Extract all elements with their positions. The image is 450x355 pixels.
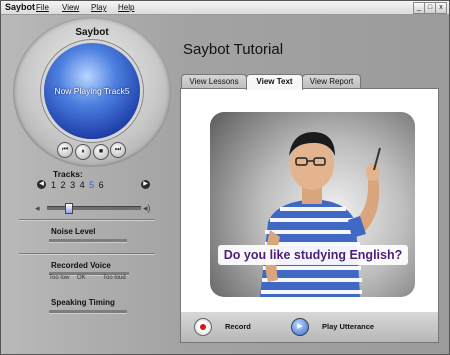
menu-play[interactable]: Play bbox=[91, 3, 107, 12]
volume-thumb[interactable] bbox=[64, 203, 73, 214]
tab-view-report[interactable]: View Report bbox=[302, 74, 361, 89]
stop-icon: ■ bbox=[98, 148, 104, 155]
track-numbers: 1 2 3 4 5 6 bbox=[51, 180, 105, 190]
lesson-caption: Do you like studying English? bbox=[218, 245, 408, 265]
player-title: Saybot bbox=[75, 27, 109, 38]
volume-slider[interactable]: ◂ ◂) bbox=[35, 202, 153, 214]
tracks-label: Tracks: bbox=[53, 169, 83, 179]
record-label[interactable]: Record bbox=[225, 322, 251, 331]
next-button[interactable]: ⏭ bbox=[110, 142, 126, 158]
track-2[interactable]: 2 bbox=[61, 180, 67, 190]
tutorial-title: Saybot Tutorial bbox=[183, 41, 284, 58]
now-playing-display: Now Playing Track5 bbox=[44, 43, 140, 139]
volume-track[interactable] bbox=[47, 206, 141, 210]
app-title: Saybot bbox=[5, 2, 36, 12]
action-bar: Record ▶ Play Utterance bbox=[180, 312, 439, 343]
track-4[interactable]: 4 bbox=[80, 180, 86, 190]
divider bbox=[19, 219, 155, 221]
play-utterance-button[interactable]: ▶ bbox=[291, 318, 309, 336]
stop-button[interactable]: ■ bbox=[93, 144, 109, 160]
track-next-icon[interactable]: ▶ bbox=[141, 180, 150, 189]
too-low-label: Too low bbox=[49, 275, 70, 281]
track-6[interactable]: 6 bbox=[99, 180, 105, 190]
play-utterance-label[interactable]: Play Utterance bbox=[322, 322, 374, 331]
player-dial: Saybot Now Playing Track5 ⏮ ⏸ ■ ⏭ bbox=[13, 17, 171, 167]
menu-view[interactable]: View bbox=[62, 3, 79, 12]
menu-bar: Saybot File View Play Help _ □ x bbox=[1, 1, 449, 15]
noise-level-meter bbox=[49, 239, 127, 243]
volume-low-icon: ◂ bbox=[35, 203, 40, 213]
ok-label: OK bbox=[77, 275, 86, 281]
divider bbox=[19, 253, 155, 255]
record-icon bbox=[200, 324, 206, 330]
previous-icon: ⏮ bbox=[61, 146, 69, 153]
recorded-voice-label: Recorded Voice bbox=[51, 261, 111, 270]
previous-button[interactable]: ⏮ bbox=[57, 142, 73, 158]
close-button[interactable]: x bbox=[435, 2, 447, 14]
next-icon: ⏭ bbox=[114, 146, 122, 153]
now-playing-text: Now Playing Track5 bbox=[54, 86, 130, 96]
speaking-timing-meter bbox=[49, 310, 127, 314]
tutorial-content: Do you like studying English? bbox=[180, 88, 439, 313]
student-illustration bbox=[260, 132, 381, 297]
track-prev-icon[interactable]: ◀ bbox=[37, 180, 46, 189]
menu-help[interactable]: Help bbox=[118, 3, 134, 12]
tab-view-lessons[interactable]: View Lessons bbox=[181, 74, 247, 89]
play-icon: ▶ bbox=[297, 323, 303, 330]
lesson-photo: Do you like studying English? bbox=[210, 112, 415, 297]
tab-view-text[interactable]: View Text bbox=[246, 74, 303, 90]
track-1[interactable]: 1 bbox=[51, 180, 57, 190]
pause-icon: ⏸ bbox=[81, 148, 85, 155]
pause-button[interactable]: ⏸ bbox=[75, 144, 91, 160]
track-selector: ◀ 1 2 3 4 5 6 ▶ bbox=[37, 180, 150, 192]
speaking-timing-label: Speaking Timing bbox=[51, 298, 115, 307]
track-3[interactable]: 3 bbox=[70, 180, 76, 190]
app-window: Saybot File View Play Help _ □ x Saybot … bbox=[0, 0, 450, 355]
track-5[interactable]: 5 bbox=[89, 180, 95, 190]
record-button[interactable] bbox=[194, 318, 212, 336]
volume-high-icon: ◂) bbox=[143, 203, 151, 213]
noise-level-label: Noise Level bbox=[51, 227, 96, 236]
too-loud-label: Too loud bbox=[103, 275, 126, 281]
menu-file[interactable]: File bbox=[36, 3, 49, 12]
